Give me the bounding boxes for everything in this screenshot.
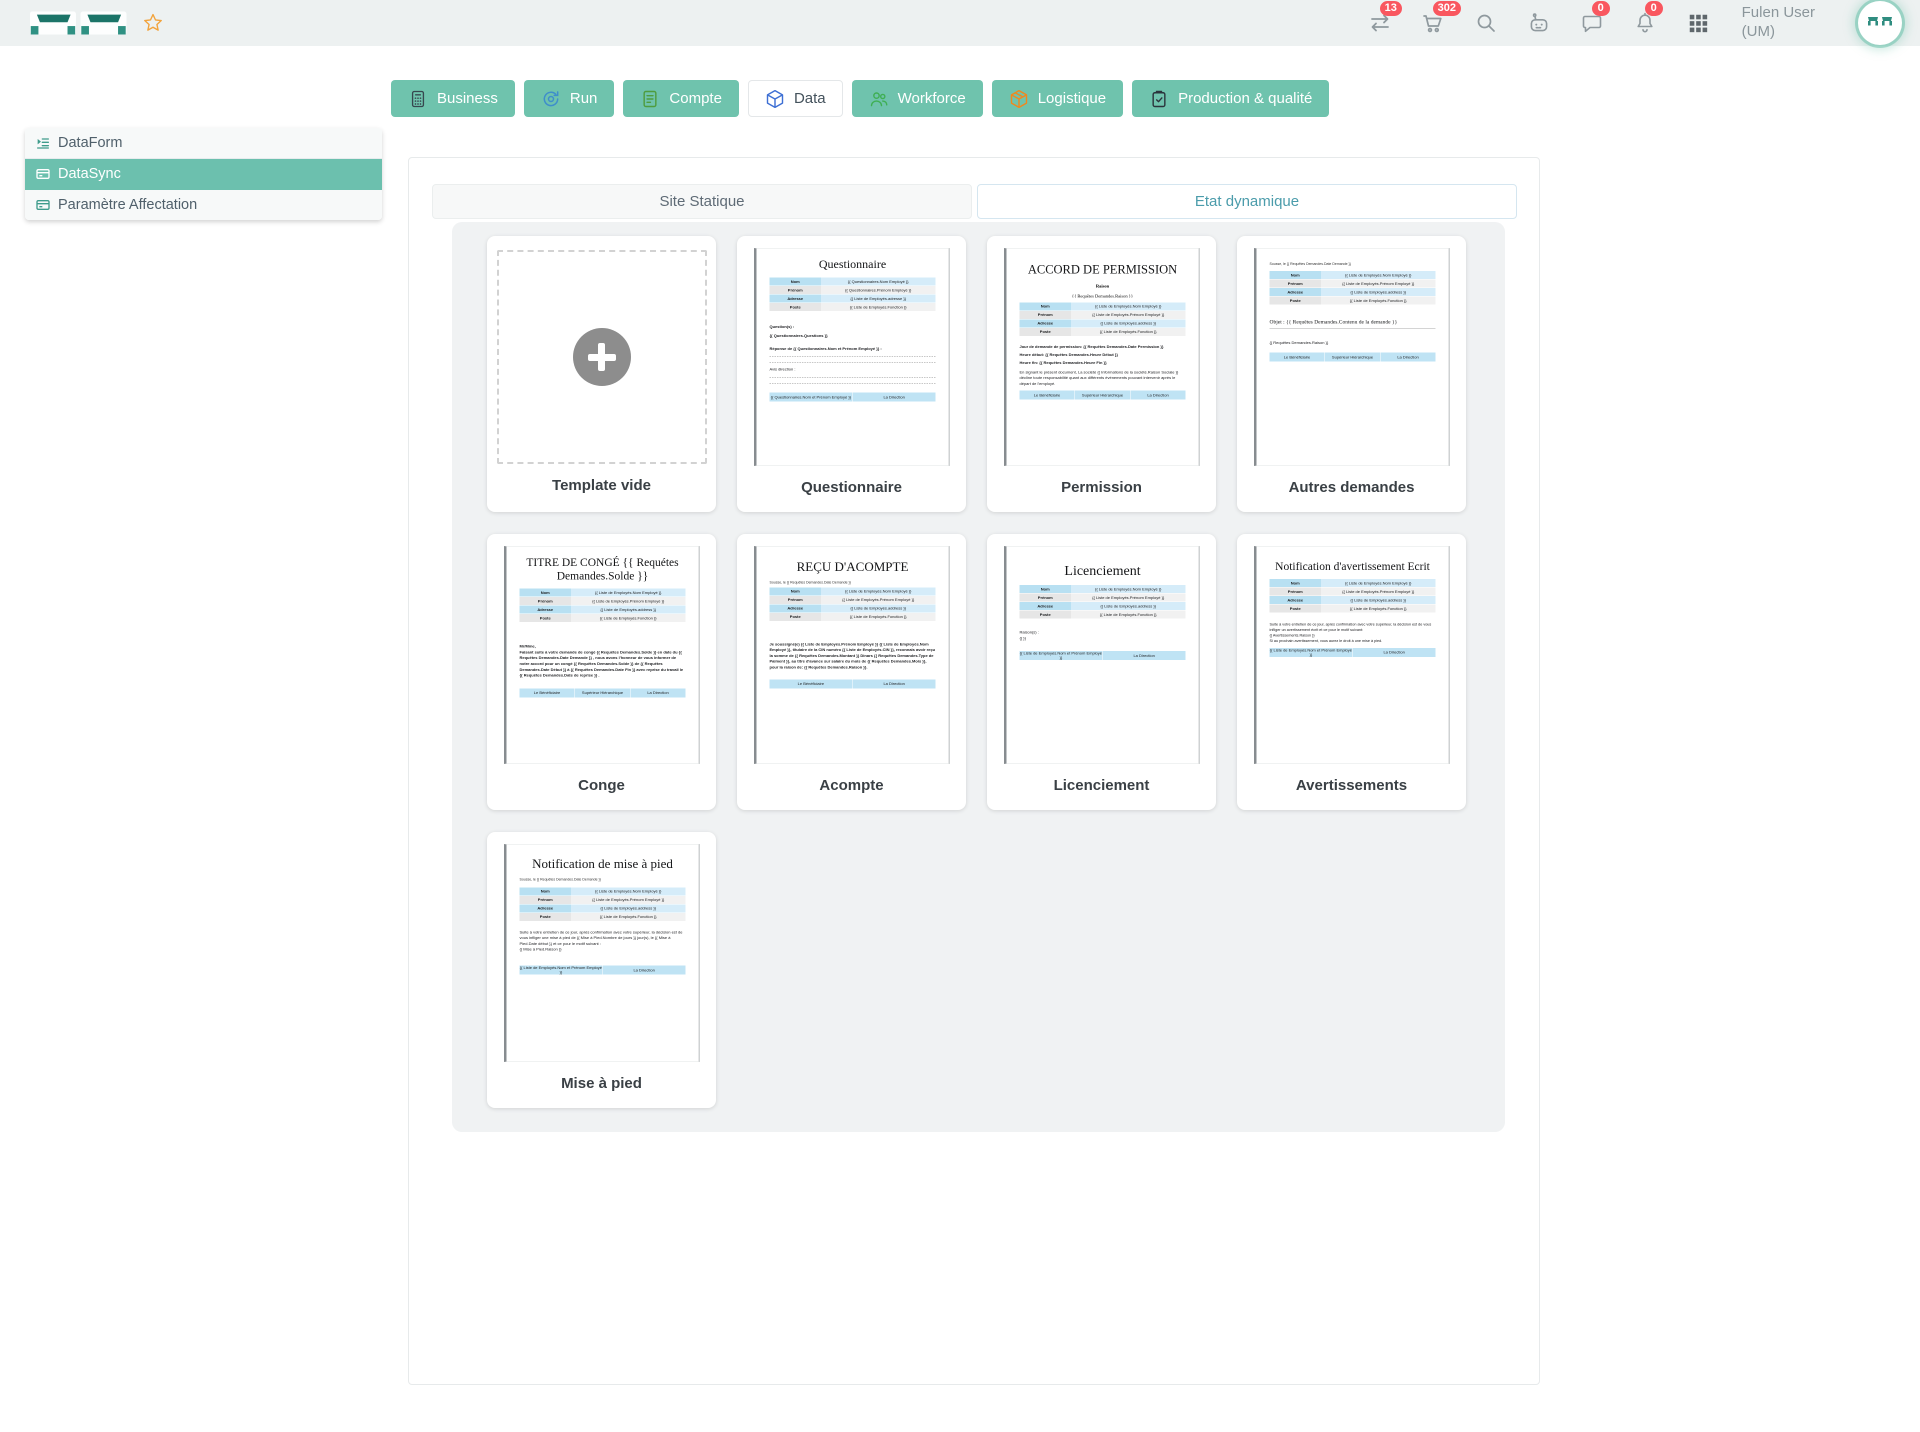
template-name: Conge — [578, 777, 625, 794]
card-icon — [35, 197, 51, 213]
user-name-line1: Fulen User — [1742, 4, 1815, 23]
cart-badge: 302 — [1433, 1, 1461, 16]
logo-icon — [30, 7, 128, 39]
site-statique-button[interactable]: Site Statique — [432, 184, 972, 219]
package-icon — [1009, 89, 1029, 109]
user-name-line2: (UM) — [1742, 23, 1815, 42]
tab-label: Workforce — [898, 90, 966, 107]
template-grid: Template vide QuestionnaireNom{{ Question… — [452, 222, 1505, 1132]
calculator-icon — [408, 89, 428, 109]
template-name: Autres demandes — [1289, 479, 1415, 496]
add-template-icon[interactable] — [573, 328, 631, 386]
user-name[interactable]: Fulen User (UM) — [1742, 4, 1815, 42]
tab-run[interactable]: Run — [524, 80, 615, 117]
apps-grid-icon[interactable] — [1685, 10, 1711, 36]
people-icon — [869, 89, 889, 109]
template-name: Acompte — [819, 777, 883, 794]
user-avatar[interactable] — [1858, 1, 1902, 45]
template-card-mise-pied[interactable]: Notification de mise à piedSousse, le {{… — [487, 832, 716, 1108]
datasync-panel: Site Statique Etat dynamique Template vi… — [408, 157, 1540, 1385]
search-icon[interactable] — [1473, 10, 1499, 36]
document-page: ACCORD DE PERMISSIONRaison{{ Requêtes De… — [1004, 248, 1200, 466]
tab-label: Business — [437, 90, 498, 107]
empty-template-dropzone[interactable] — [497, 250, 707, 464]
document-preview[interactable]: ACCORD DE PERMISSIONRaison{{ Requêtes De… — [1004, 248, 1200, 466]
document-preview[interactable]: Notification d'avertissement EcritNom{{ … — [1254, 546, 1450, 764]
bell-badge: 0 — [1645, 1, 1663, 16]
tab-label: Production & qualité — [1178, 90, 1312, 107]
template-name: Questionnaire — [801, 479, 902, 496]
sidebar-item-dataform[interactable]: DataForm — [25, 128, 382, 159]
tab-logistique[interactable]: Logistique — [992, 80, 1123, 117]
module-tabs: Business Run Compte Data Workforce Logis… — [391, 80, 1329, 117]
tab-label: Compte — [669, 90, 722, 107]
template-card-questionnaire[interactable]: QuestionnaireNom{{ Questionnaires.Nom Em… — [737, 236, 966, 512]
clipboard-check-icon — [1149, 89, 1169, 109]
template-card-licenciement[interactable]: LicenciementNom{{ Liste de Employés.Nom … — [987, 534, 1216, 810]
tab-label: Logistique — [1038, 90, 1106, 107]
sidebar-item-label: DataForm — [58, 135, 122, 151]
topbar: 13 302 0 — [0, 0, 1920, 46]
favorite-star-icon[interactable] — [142, 12, 164, 34]
tab-label: Run — [570, 90, 598, 107]
tab-compte[interactable]: Compte — [623, 80, 739, 117]
template-name: Permission — [1061, 479, 1142, 496]
sidebar-item-parametre-affectation[interactable]: Paramètre Affectation — [25, 190, 382, 220]
view-toggle: Site Statique Etat dynamique — [432, 184, 1517, 219]
chat-icon[interactable]: 0 — [1579, 10, 1605, 36]
document-page: REÇU D'ACOMPTESousse, le {{ Requêtes Dem… — [754, 546, 950, 764]
template-card-permission[interactable]: ACCORD DE PERMISSIONRaison{{ Requêtes De… — [987, 236, 1216, 512]
etat-dynamique-button[interactable]: Etat dynamique — [977, 184, 1517, 219]
sidebar-item-label: Paramètre Affectation — [58, 197, 197, 213]
template-card-template-vide[interactable]: Template vide — [487, 236, 716, 512]
tab-label: Data — [794, 90, 826, 107]
template-name: Template vide — [552, 477, 651, 494]
document-preview[interactable]: LicenciementNom{{ Liste de Employés.Nom … — [1004, 546, 1200, 764]
document-preview[interactable]: TITRE DE CONGÉ {{ Requétes Demandes.Sold… — [504, 546, 700, 764]
tab-business[interactable]: Business — [391, 80, 515, 117]
bell-icon[interactable]: 0 — [1632, 10, 1658, 36]
sidebar-item-datasync[interactable]: DataSync — [25, 159, 382, 190]
template-card-conge[interactable]: TITRE DE CONGÉ {{ Requétes Demandes.Sold… — [487, 534, 716, 810]
document-preview[interactable]: REÇU D'ACOMPTESousse, le {{ Requêtes Dem… — [754, 546, 950, 764]
exchange-badge: 13 — [1380, 1, 1402, 16]
template-card-acompte[interactable]: REÇU D'ACOMPTESousse, le {{ Requêtes Dem… — [737, 534, 966, 810]
tab-workforce[interactable]: Workforce — [852, 80, 983, 117]
avatar-logo-icon — [1866, 16, 1894, 31]
app-logo[interactable] — [30, 7, 128, 39]
tab-production-qualite[interactable]: Production & qualité — [1132, 80, 1329, 117]
robot-icon[interactable] — [1526, 10, 1552, 36]
template-name: Avertissements — [1296, 777, 1407, 794]
document-preview[interactable]: Notification de mise à piedSousse, le {{… — [504, 844, 700, 1062]
template-name: Licenciement — [1054, 777, 1150, 794]
document-page: Notification d'avertissement EcritNom{{ … — [1254, 546, 1450, 764]
invoice-icon — [640, 89, 660, 109]
card-icon — [35, 166, 51, 182]
form-list-icon — [35, 135, 51, 151]
template-card-autres-demandes[interactable]: Sousse, le {{ Requêtes Demandes.Date Dem… — [1237, 236, 1466, 512]
document-page: TITRE DE CONGÉ {{ Requétes Demandes.Sold… — [504, 546, 700, 764]
document-page: Notification de mise à piedSousse, le {{… — [504, 844, 700, 1062]
sidebar-item-label: DataSync — [58, 166, 121, 182]
topbar-actions: 13 302 0 — [1367, 1, 1902, 45]
cube-icon — [765, 89, 785, 109]
cart-icon[interactable]: 302 — [1420, 10, 1446, 36]
sidebar: DataForm DataSync Paramètre Affectation — [25, 128, 382, 220]
tab-data[interactable]: Data — [748, 80, 843, 117]
document-preview[interactable]: QuestionnaireNom{{ Questionnaires.Nom Em… — [754, 248, 950, 466]
document-preview[interactable]: Sousse, le {{ Requêtes Demandes.Date Dem… — [1254, 248, 1450, 466]
document-page: LicenciementNom{{ Liste de Employés.Nom … — [1004, 546, 1200, 764]
sync-gear-icon — [541, 89, 561, 109]
template-card-avertissements[interactable]: Notification d'avertissement EcritNom{{ … — [1237, 534, 1466, 810]
exchange-arrows-icon[interactable]: 13 — [1367, 10, 1393, 36]
chat-badge: 0 — [1592, 1, 1610, 16]
document-page: QuestionnaireNom{{ Questionnaires.Nom Em… — [754, 248, 950, 466]
document-page: Sousse, le {{ Requêtes Demandes.Date Dem… — [1254, 248, 1450, 466]
template-name: Mise à pied — [561, 1075, 642, 1092]
